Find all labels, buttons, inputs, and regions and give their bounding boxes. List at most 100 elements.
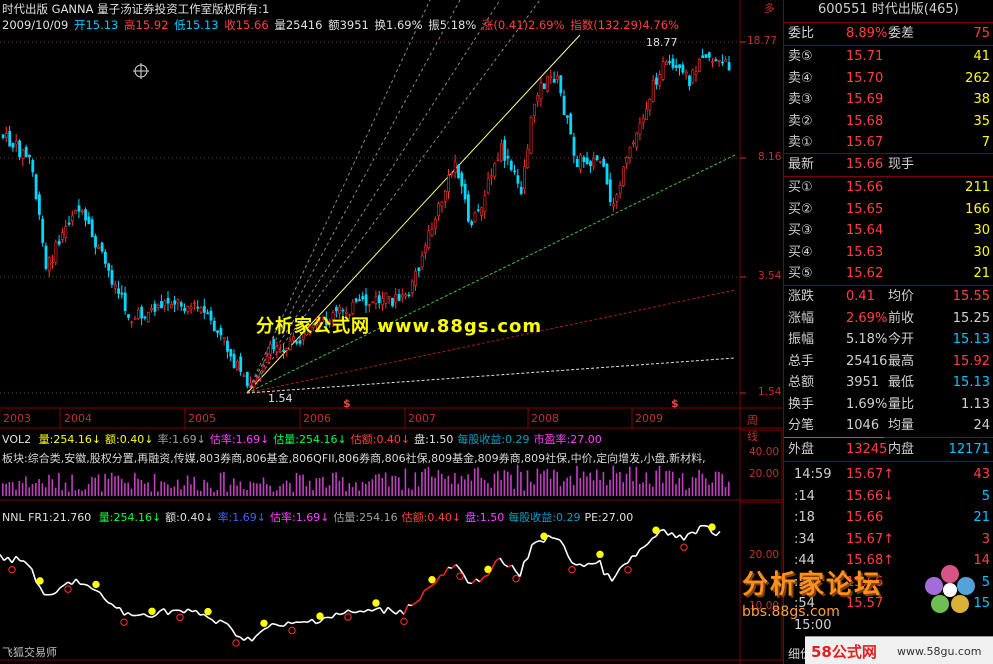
quote-title-row: 600551 时代出版(465) [784, 0, 993, 21]
vol-item: 估额:0.40↓ [350, 433, 411, 446]
year-label: 2004 [64, 412, 92, 425]
multi-marker[interactable]: 多 [764, 0, 775, 16]
stat-value: 1.69% [846, 396, 888, 412]
buy-level-row: 买② 15.65 166 [784, 200, 993, 221]
sell-price: 15.71 [846, 49, 884, 64]
sell-label: 卖④ [788, 70, 813, 86]
stat-value: 1046 [846, 418, 880, 433]
stat-row: 换手 1.69% 量比 1.13 [784, 395, 993, 416]
tick-volume: 5 [981, 574, 990, 590]
buy-volume: 30 [973, 244, 990, 260]
vol-item: 量:254.16↓ [38, 433, 102, 446]
tick-volume: 5 [981, 488, 990, 504]
tick-row: 14:59 15.67↑ 43 [784, 465, 993, 486]
year-label: 2006 [303, 412, 331, 425]
nnl-item: 量:254.16↓ [98, 511, 162, 524]
tick-row: :34 15.67↑ 3 [784, 530, 993, 551]
tick-time: :34 [794, 531, 815, 547]
stat-label: 最低 [888, 375, 915, 390]
stat-value: 1.13 [961, 396, 990, 412]
price-tick: 8.16 [758, 151, 782, 163]
buy-level-row: 买③ 15.64 30 [784, 221, 993, 242]
stat-value: 2.69% [846, 310, 888, 326]
stat-label: 总手 [788, 353, 815, 369]
site-url: www.58gu.com [897, 645, 982, 658]
nnl-indicator [0, 523, 721, 647]
flower-icon [920, 560, 980, 620]
sell-volume: 41 [973, 49, 990, 64]
buy-level-row: 买④ 15.63 30 [784, 243, 993, 264]
year-label: 2003 [3, 412, 31, 425]
year-label: 2009 [635, 412, 663, 425]
sell-volume: 38 [973, 92, 990, 107]
signal-marker: $ [671, 397, 679, 410]
stat-row: 总额 3951 最低 15.13 [784, 373, 993, 394]
stat-label: 涨幅 [788, 310, 815, 326]
sell-price: 15.70 [846, 70, 884, 86]
price-tick: 18.77 [747, 35, 778, 47]
stat-value: 0.41 [846, 289, 875, 304]
footer-brand: 飞狐交易师 [2, 646, 57, 659]
sell-price: 15.68 [846, 113, 884, 129]
nnl-item: PE:27.00 [584, 511, 634, 524]
site-watermark: 分析家公式网 www.88gs.com [256, 316, 543, 337]
sell-level-row: 卖⑤ 15.71 41 [784, 47, 993, 68]
nnl-item: 估额:0.40↓ [401, 511, 462, 524]
site-badge: 58公式网 www.58gu.com [805, 636, 993, 664]
nnl-item: 率:1.69↓ [217, 511, 267, 524]
stat-value: 15.55 [952, 289, 990, 304]
buy-volume: 166 [965, 201, 990, 217]
sell-label: 卖⑤ [788, 49, 813, 64]
price-tick: 1.54 [758, 386, 782, 398]
buy-price: 15.62 [846, 266, 884, 281]
period-label[interactable]: 周线 [747, 412, 758, 444]
stat-value: 24 [973, 418, 990, 433]
low-annotation: 1.54 [268, 392, 293, 405]
stat-value: 25416 [846, 353, 888, 369]
buy-volume: 211 [965, 180, 990, 195]
sell-price: 15.69 [846, 92, 884, 107]
stat-value: 15.25 [952, 310, 990, 326]
sell-level-row: 卖③ 15.69 38 [784, 90, 993, 111]
tick-volume: 3 [981, 531, 990, 547]
forum-watermark: 分析家论坛 bbs.88gs.com [738, 560, 948, 630]
tick-price: 15.67↑ [846, 531, 895, 547]
stat-value: 15.13 [952, 332, 990, 347]
vol-axis-tick: 20.00 [749, 468, 780, 480]
nnl-label: NNL FR1:21.760 [2, 511, 92, 524]
stat-value: 15.13 [952, 375, 990, 390]
vol-item: 市盈率:27.00 [533, 433, 602, 446]
stat-label: 均量 [888, 418, 915, 433]
sell-label: 卖② [788, 113, 813, 129]
nnl-item: 估量:254.16 [333, 511, 398, 524]
sector-text: 板块:综合类,安徽,股权分置,再融资,传媒,803券商,806基金,806QFI… [2, 452, 706, 465]
high-annotation: 18.77 [646, 36, 678, 49]
stat-label: 量比 [888, 396, 915, 412]
stat-label: 前收 [888, 310, 915, 326]
tick-row: :14 15.66↓ 5 [784, 487, 993, 508]
sell-volume: 35 [973, 113, 990, 129]
tick-volume: 43 [973, 467, 990, 482]
stat-row: 涨幅 2.69% 前收 15.25 [784, 309, 993, 330]
buy-label: 买③ [788, 223, 813, 238]
tick-time: 14:59 [794, 467, 832, 482]
stat-row: 总手 25416 最高 15.92 [784, 352, 993, 373]
chart-panel[interactable]: 时代出版 GANNA 量子汤证券投资工作室版权所有:1 2009/10/09 开… [0, 0, 783, 664]
vol-label: VOL2 [2, 433, 32, 446]
buy-price: 15.65 [846, 201, 884, 217]
sell-volume: 262 [965, 70, 990, 86]
buy-price: 15.64 [846, 223, 884, 238]
vol-item: 估率:1.69↓ [209, 433, 270, 446]
signal-marker: $ [343, 397, 351, 410]
site-logo: 58公式网 [811, 643, 877, 661]
forum-name: 分析家论坛 [742, 570, 883, 600]
stat-label: 换手 [788, 396, 815, 412]
sell-label: 卖① [788, 135, 813, 150]
stat-row: 振幅 5.18% 今开 15.13 [784, 330, 993, 351]
buy-price: 15.63 [846, 244, 884, 260]
vol-item: 率:1.69↓ [157, 433, 206, 446]
sell-level-row: 卖① 15.67 7 [784, 133, 993, 154]
stock-title: 600551 时代出版(465) [818, 2, 959, 17]
volume-bars [2, 464, 730, 496]
nnl-item: 盘:1.50 [465, 511, 505, 524]
